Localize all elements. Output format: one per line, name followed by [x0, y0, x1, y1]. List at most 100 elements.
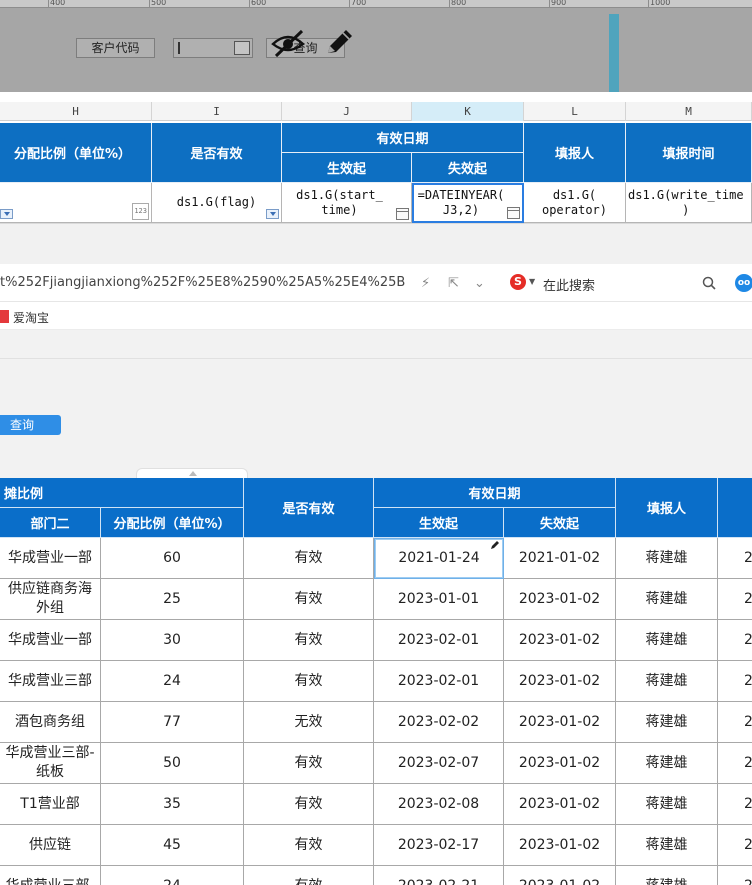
header-text: 分配比例（单位%）: [113, 517, 231, 532]
taobao-icon[interactable]: [0, 310, 9, 323]
chevron-down-icon[interactable]: ⌄: [474, 276, 485, 291]
horizontal-ruler[interactable]: 400 500 600 700 800 900 1000: [0, 0, 752, 8]
cell-dept: 供应链商务海外组: [0, 579, 101, 620]
column-header-h[interactable]: H: [0, 102, 152, 121]
cell-end-date: 2023-01-02: [504, 825, 616, 866]
cell-text: 2: [744, 549, 752, 568]
cell-text: 2023-01-02: [518, 672, 601, 689]
engine-dropdown-icon[interactable]: ▼: [529, 277, 535, 286]
cell-start-date[interactable]: 2023-01-01: [374, 579, 504, 620]
cell-text: 2023-01-02: [518, 795, 601, 812]
ruler-number: 600: [251, 0, 267, 7]
cell-text: 2023-02-01: [397, 631, 480, 648]
search-engine-logo-icon[interactable]: S: [510, 274, 526, 290]
cell-h3[interactable]: 123: [0, 183, 152, 223]
header-text: 填报人: [646, 502, 686, 517]
cell-text: 2: [744, 836, 752, 855]
cell-end-date: 2023-01-02: [504, 866, 616, 885]
column-header-l[interactable]: L: [524, 102, 626, 121]
header-text: 部门二: [30, 517, 70, 532]
column-header-k[interactable]: K: [412, 102, 524, 121]
header-cell-report-time[interactable]: 填报时间: [626, 123, 752, 183]
column-header-m[interactable]: M: [626, 102, 752, 121]
cell-text: 有效: [294, 754, 323, 771]
cell-reporter: 蒋建雄: [616, 620, 718, 661]
cell-ratio: 45: [101, 825, 244, 866]
header-cell-end[interactable]: 失效起: [412, 153, 524, 183]
cell-ratio: 35: [101, 784, 244, 825]
dropdown-icon[interactable]: [0, 209, 13, 219]
header-cell-ratio[interactable]: 分配比例（单位%）: [0, 123, 152, 183]
cell-text: 蒋建雄: [645, 590, 688, 607]
dropdown-icon[interactable]: [266, 209, 279, 219]
header-text: 失效起: [447, 162, 487, 177]
cell-k3-selected[interactable]: =DATEINYEAR( J3,2): [412, 183, 524, 223]
extension-icon[interactable]: oo: [735, 274, 752, 292]
cell-start-date[interactable]: 2023-02-01: [374, 620, 504, 661]
cell-text: 蒋建雄: [645, 713, 688, 730]
picker-icon[interactable]: [234, 41, 250, 55]
cell-text: 2023-01-02: [519, 877, 600, 885]
cell-start-date[interactable]: 2023-02-02: [374, 702, 504, 743]
cell-dept: 华成营业三部-: [0, 866, 101, 885]
cell-dept: 华成营业一部: [0, 620, 101, 661]
share-icon[interactable]: ⇱: [448, 276, 459, 291]
cell-text: 有效: [295, 877, 323, 885]
cell-report-time: 2: [718, 620, 752, 661]
calendar-icon[interactable]: [396, 208, 409, 220]
column-header-j[interactable]: J: [282, 102, 412, 121]
bookmark-bar: 爱淘宝: [0, 302, 752, 330]
cell-text: 有效: [294, 590, 323, 607]
customer-code-input-widget[interactable]: [173, 38, 253, 58]
screen: 400 500 600 700 800 900 1000 客户代码 查询 H I…: [0, 0, 752, 885]
cell-text: 2: [744, 590, 752, 609]
cell-text: 2023-02-01: [397, 672, 480, 689]
cell-text: 华成营业三部: [8, 672, 92, 689]
lightning-icon[interactable]: ⚡: [421, 276, 430, 291]
collapse-panel-toggle[interactable]: [136, 468, 248, 478]
search-input[interactable]: 在此搜索: [543, 275, 595, 294]
cell-text: 2: [744, 672, 752, 691]
edit-pencil-icon[interactable]: [322, 26, 356, 58]
header-text: 失效起: [539, 517, 579, 532]
cell-text: 2023-01-02: [518, 590, 601, 607]
query-button[interactable]: 查询: [0, 415, 61, 435]
browser-address-bar: t%252Fjiangjianxiong%252F%25E8%2590%25A5…: [0, 265, 752, 302]
cell-start-date[interactable]: 2021-01-24: [374, 538, 504, 579]
header-cell-is-valid[interactable]: 是否有效: [152, 123, 282, 183]
edit-pencil-icon[interactable]: [490, 540, 500, 550]
cell-text: 有效: [294, 795, 323, 812]
cell-text: 77: [163, 713, 181, 730]
header-cell-start[interactable]: 生效起: [282, 153, 412, 183]
cell-end-date: 2023-01-02: [504, 620, 616, 661]
eye-slash-icon[interactable]: [270, 28, 306, 58]
customer-code-label-widget[interactable]: 客户代码: [76, 38, 155, 58]
bookmark-item-taobao[interactable]: 爱淘宝: [13, 309, 49, 326]
cell-formula: =DATEINYEAR( J3,2): [417, 188, 505, 217]
cell-text: 蒋建雄: [645, 549, 688, 566]
cell-is-valid: 有效: [244, 743, 374, 784]
cell-i3[interactable]: ds1.G(flag): [152, 183, 282, 223]
cell-end-date: 2023-01-02: [504, 661, 616, 702]
calendar-icon[interactable]: [507, 207, 520, 219]
url-field[interactable]: t%252Fjiangjianxiong%252F%25E8%2590%25A5…: [0, 275, 405, 290]
cell-start-date[interactable]: 2023-02-07: [374, 743, 504, 784]
cell-l3[interactable]: ds1.G( operator): [524, 183, 626, 223]
cell-text: 有效: [294, 631, 323, 648]
header-cell-valid-date[interactable]: 有效日期: [282, 123, 524, 153]
search-icon[interactable]: [702, 276, 716, 290]
cell-start-date[interactable]: 2023-02-08: [374, 784, 504, 825]
cell-is-valid: 有效: [244, 784, 374, 825]
ruler-number: 400: [50, 0, 66, 7]
canvas-boundary-marker[interactable]: [609, 14, 619, 92]
cell-j3[interactable]: ds1.G(start_ time): [282, 183, 412, 223]
cell-m3[interactable]: ds1.G(write_time ): [626, 183, 752, 223]
cell-text: 2023-01-02: [518, 631, 601, 648]
cell-start-date[interactable]: 2023-02-01: [374, 661, 504, 702]
cell-end-date: 2021-01-02: [504, 538, 616, 579]
header-start: 生效起: [374, 508, 504, 538]
column-header-i[interactable]: I: [152, 102, 282, 121]
header-cell-reporter[interactable]: 填报人: [524, 123, 626, 183]
cell-start-date[interactable]: 2023-02-21: [374, 866, 504, 885]
cell-start-date[interactable]: 2023-02-17: [374, 825, 504, 866]
